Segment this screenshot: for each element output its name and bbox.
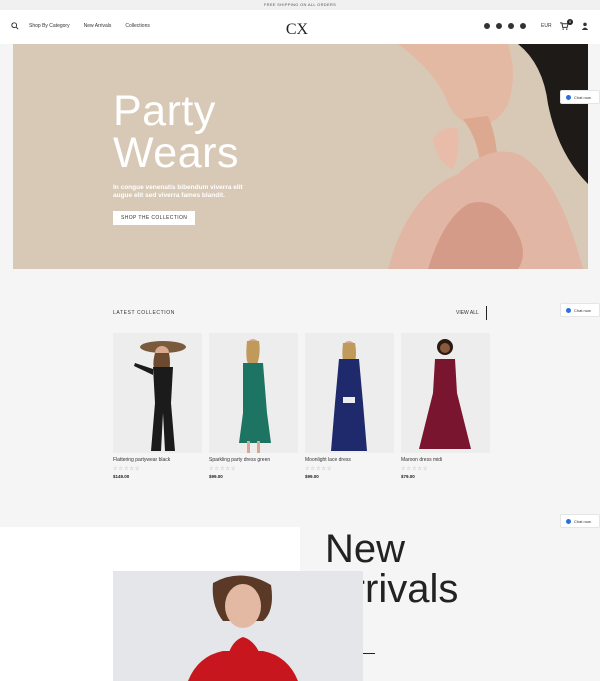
product-card[interactable]: Maroon dress midi ☆☆☆☆☆ $79.00 — [401, 333, 490, 479]
model-figure — [188, 575, 298, 681]
currency-selector[interactable]: EUR — [541, 23, 552, 29]
product-image[interactable] — [401, 333, 490, 453]
product-image[interactable] — [305, 333, 394, 453]
pinterest-icon[interactable] — [496, 23, 502, 29]
hero-model-image — [388, 44, 588, 269]
chat-icon — [566, 518, 571, 524]
model-figure — [331, 341, 367, 451]
chat-widget-label: Chat now — [574, 307, 591, 313]
product-price: $99.00 — [305, 474, 319, 479]
product-card[interactable]: Flattering partywear black ☆☆☆☆☆ $149.00 — [113, 333, 202, 479]
collection-title: LATEST COLLECTION — [113, 310, 175, 316]
hero-subtitle: In congue venenatis bibendum viverra eli… — [113, 184, 243, 199]
chat-icon — [566, 94, 571, 100]
announcement-text: FREE SHIPPING ON ALL ORDERS — [263, 2, 337, 7]
rating-stars: ☆☆☆☆☆ — [209, 466, 237, 472]
view-all-link[interactable]: VIEW ALL — [456, 310, 479, 316]
product-card[interactable]: Moonlight lace dress ☆☆☆☆☆ $99.00 — [305, 333, 394, 479]
hero-title-line-2: Wears — [113, 129, 239, 177]
nav-item-shop-by-category[interactable]: Shop By Category — [29, 23, 70, 29]
user-icon[interactable] — [581, 22, 589, 30]
search-icon[interactable] — [11, 22, 19, 30]
new-arrivals-line-1: New — [325, 527, 406, 571]
chat-widget[interactable]: Chat now — [560, 303, 600, 317]
nav-item-new-arrivals[interactable]: New Arrivals — [84, 23, 112, 29]
cart-count-badge: 0 — [567, 19, 573, 25]
chat-icon — [566, 307, 571, 313]
announcement-bar: FREE SHIPPING ON ALL ORDERS — [0, 0, 600, 10]
chat-widget-label: Chat now — [574, 518, 591, 524]
product-image[interactable] — [113, 333, 202, 453]
chat-widget-label: Chat now — [574, 94, 591, 100]
nav-item-collections[interactable]: Collections — [125, 23, 149, 29]
main-nav: Shop By Category New Arrivals Collection… — [29, 23, 150, 29]
product-name[interactable]: Flattering partywear black — [113, 457, 202, 463]
chat-widget[interactable]: Chat now — [560, 90, 600, 104]
model-figure — [134, 341, 186, 451]
product-name[interactable]: Sparkling party dress green — [209, 457, 298, 463]
social-links — [484, 23, 526, 29]
site-header: Shop By Category New Arrivals Collection… — [0, 10, 600, 44]
model-figure — [239, 339, 271, 453]
rating-stars: ☆☆☆☆☆ — [113, 466, 141, 472]
rating-stars: ☆☆☆☆☆ — [401, 466, 429, 472]
product-name[interactable]: Moonlight lace dress — [305, 457, 394, 463]
product-price: $79.00 — [401, 474, 415, 479]
rating-stars: ☆☆☆☆☆ — [305, 466, 333, 472]
shop-collection-button[interactable]: SHOP THE COLLECTION — [113, 211, 196, 225]
youtube-icon[interactable] — [520, 23, 526, 29]
product-card[interactable]: Sparkling party dress green ☆☆☆☆☆ $99.00 — [209, 333, 298, 479]
product-name[interactable]: Maroon dress midi — [401, 457, 490, 463]
brand-logo[interactable]: CX — [282, 17, 312, 39]
svg-text:CX: CX — [286, 21, 309, 38]
divider — [486, 306, 487, 320]
hero-banner: Party Wears In congue venenatis bibendum… — [13, 44, 588, 269]
new-arrivals-image[interactable] — [113, 571, 363, 681]
product-image[interactable] — [209, 333, 298, 453]
product-price: $99.00 — [209, 474, 223, 479]
product-price: $149.00 — [113, 474, 130, 479]
hero-title-line-1: Party — [113, 87, 216, 135]
chat-widget[interactable]: Chat now — [560, 514, 600, 528]
twitter-icon[interactable] — [508, 23, 514, 29]
model-figure — [419, 339, 471, 449]
product-grid: Flattering partywear black ☆☆☆☆☆ $149.00… — [113, 333, 490, 479]
instagram-icon[interactable] — [484, 23, 490, 29]
